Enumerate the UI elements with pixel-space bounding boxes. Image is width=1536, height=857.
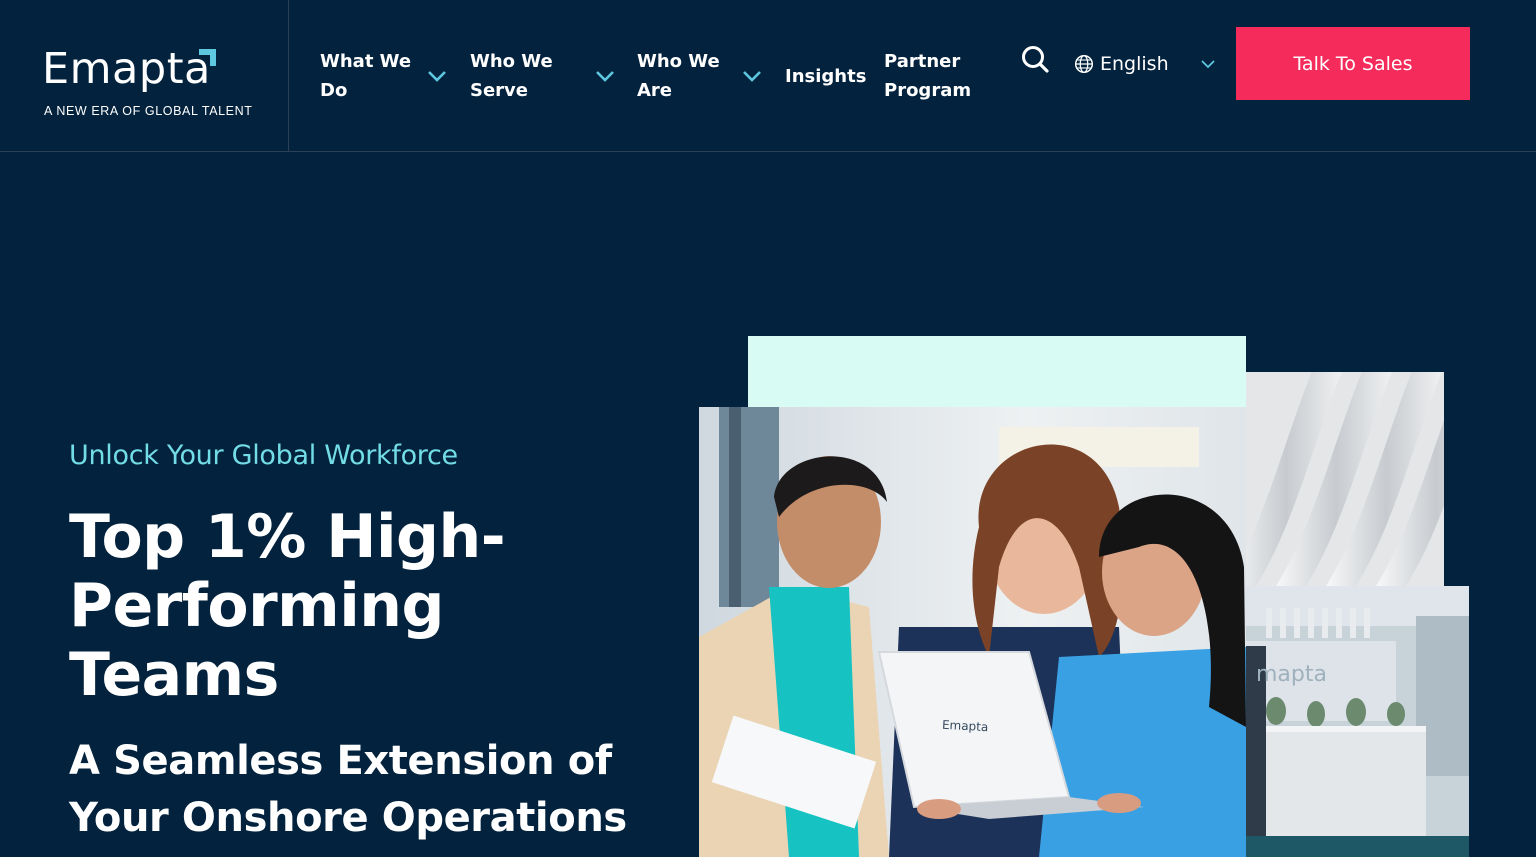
logo-link[interactable]: Emapta A NEW ERA OF GLOBAL TALENT	[0, 0, 289, 152]
wall-logo-text: mapta	[1256, 662, 1327, 687]
wave-pattern	[1246, 372, 1444, 586]
nav-label: Partner Program	[884, 51, 972, 101]
abstract-wave-image	[1246, 372, 1444, 586]
nav-item-partner-program[interactable]: Partner Program	[884, 0, 971, 152]
globe-icon	[1074, 54, 1094, 74]
nav-label: Who We Serve	[470, 51, 553, 101]
hero-eyebrow: Unlock Your Global Workforce	[69, 440, 458, 471]
chevron-down-icon	[428, 71, 447, 82]
site-header: Emapta A NEW ERA OF GLOBAL TALENT What W…	[0, 0, 1536, 152]
nav-item-insights[interactable]: Insights	[785, 0, 866, 152]
nav-label: What We Do	[320, 51, 412, 101]
language-label: English	[1100, 53, 1169, 75]
office-reception-image: mapta	[1246, 586, 1469, 836]
team-photo-illustration	[699, 407, 1246, 857]
office-scene	[1246, 586, 1469, 836]
team-photo: Emapta	[699, 407, 1246, 857]
chevron-down-icon	[742, 71, 761, 82]
logo-wordmark: Emapta	[42, 44, 211, 94]
nav-label: Insights	[785, 65, 867, 87]
logo-tagline: A NEW ERA OF GLOBAL TALENT	[44, 104, 253, 118]
chevron-down-icon	[1200, 60, 1215, 69]
nav-item-who-we-are[interactable]: Who We Are	[637, 0, 762, 152]
nav-item-who-we-serve[interactable]: Who We Serve	[470, 0, 615, 152]
teal-accent-strip	[1246, 836, 1469, 857]
logo-corner-icon	[199, 49, 216, 66]
search-icon	[1022, 46, 1049, 73]
nav-label: Who We Are	[637, 51, 720, 101]
search-button[interactable]	[1019, 43, 1051, 75]
mint-accent-block	[748, 336, 1246, 408]
laptop-logo-text: Emapta	[941, 717, 989, 735]
talk-to-sales-button[interactable]: Talk To Sales	[1236, 27, 1470, 100]
language-selector[interactable]: English	[1074, 50, 1217, 78]
hero-subtitle: A Seamless Extension of Your Onshore Ope…	[69, 738, 627, 841]
chevron-down-icon	[595, 71, 614, 82]
hero-title: Top 1% High-Performing Teams	[69, 502, 506, 710]
nav-item-what-we-do[interactable]: What We Do	[320, 0, 447, 152]
